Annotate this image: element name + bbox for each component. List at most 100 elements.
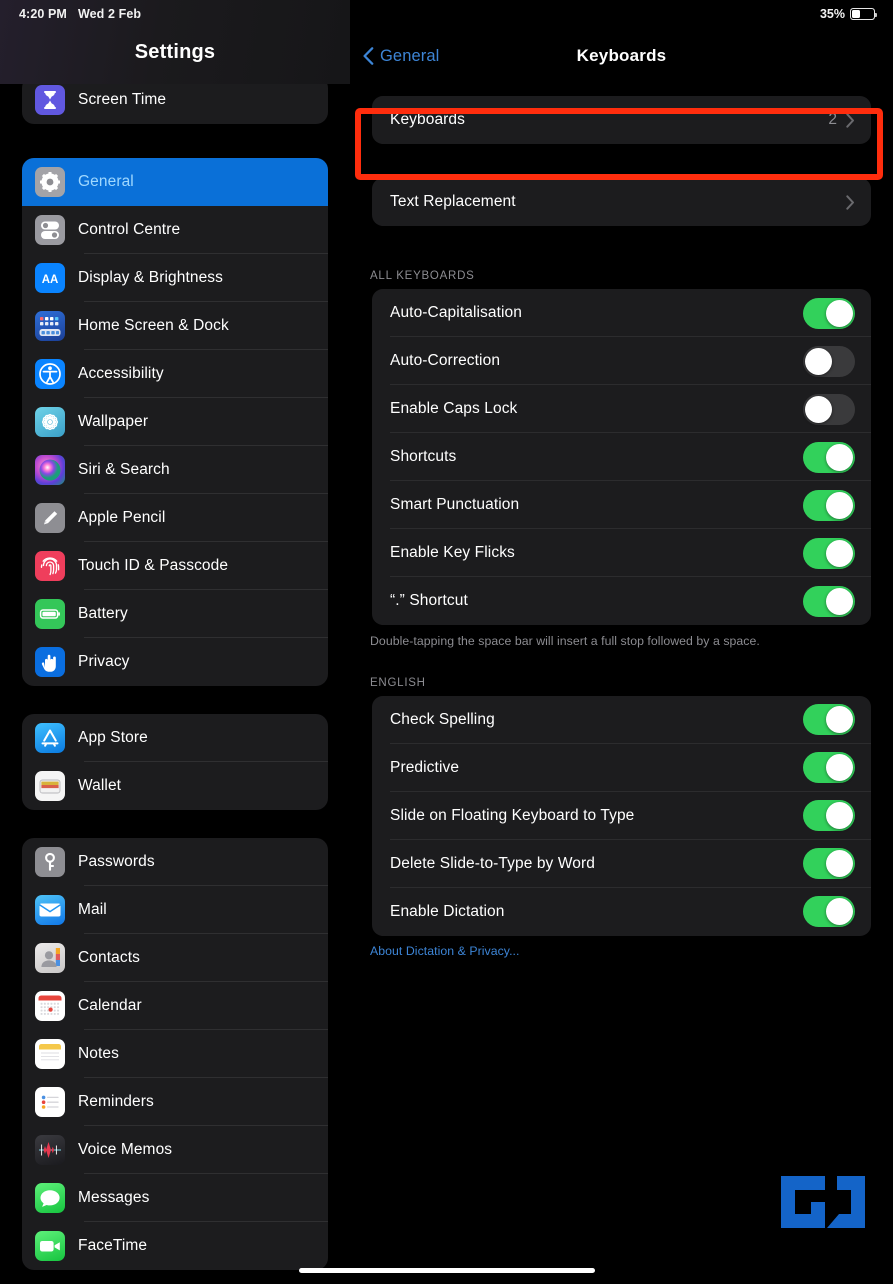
system-group: General Control Centre AA Display & Brightn… [22, 158, 328, 686]
toggle-switch-predictive[interactable] [803, 752, 855, 784]
toggle-knob [826, 491, 853, 519]
toggle-switch-auto-correction[interactable] [803, 345, 855, 377]
sidebar-item-label: Passwords [78, 853, 155, 870]
about-dictation-privacy-link[interactable]: About Dictation & Privacy... [350, 936, 893, 958]
sidebar-item-label: Control Centre [78, 221, 181, 238]
sidebar-item-label: Privacy [78, 653, 130, 670]
sidebar-scroll-area[interactable]: Screen Time General Control Centre AA Displa… [0, 0, 350, 1284]
toggle-switch-shortcuts[interactable] [803, 441, 855, 473]
accessibility-icon [35, 359, 65, 389]
fingerprint-icon [35, 551, 65, 581]
sidebar-item-label: App Store [78, 729, 148, 746]
sidebar-item-wallpaper[interactable]: Wallpaper [22, 398, 328, 446]
sidebar-item-wallet[interactable]: Wallet [22, 762, 328, 810]
gear-icon [35, 167, 65, 197]
toggle-knob [826, 706, 853, 734]
setting-row-label: Enable Caps Lock [390, 400, 518, 417]
sidebar-item-reminders[interactable]: Reminders [22, 1078, 328, 1126]
battery-icon [850, 8, 878, 20]
setting-row-label: Shortcuts [390, 448, 457, 465]
home-indicator[interactable] [298, 1268, 595, 1273]
setting-row-auto-correction[interactable]: Auto-Correction [372, 337, 871, 385]
status-time: 4:20 PM [19, 7, 67, 21]
keyboards-row-label: Keyboards [390, 111, 466, 128]
sidebar-item-control-centre[interactable]: Control Centre [22, 206, 328, 254]
toggle-switch-slide-on-floating-keyboard-to-type[interactable] [803, 800, 855, 832]
siri-icon [35, 455, 65, 485]
sidebar-item-label: Contacts [78, 949, 140, 966]
flower-icon [35, 407, 65, 437]
toggle-switch-shortcut[interactable] [803, 585, 855, 617]
setting-row-smart-punctuation[interactable]: Smart Punctuation [372, 481, 871, 529]
sidebar-item-label: General [78, 173, 134, 190]
text-replacement-row[interactable]: Text Replacement [372, 178, 871, 226]
detail-page-title: Keyboards [576, 46, 667, 65]
chevron-right-icon [846, 112, 854, 128]
toggle-switch-auto-capitalisation[interactable] [803, 297, 855, 329]
sidebar-item-privacy[interactable]: Privacy [22, 638, 328, 686]
english-section-header: ENGLISH [370, 676, 426, 689]
sidebar-item-touch-id-passcode[interactable]: Touch ID & Passcode [22, 542, 328, 590]
sidebar-item-label: Wallet [78, 777, 122, 794]
settings-sidebar: Screen Time General Control Centre AA Displa… [0, 0, 350, 1284]
wallet-icon [35, 771, 65, 801]
toggle-switch-enable-caps-lock[interactable] [803, 393, 855, 425]
sidebar-item-passwords[interactable]: Passwords [22, 838, 328, 886]
sidebar-item-apple-pencil[interactable]: Apple Pencil [22, 494, 328, 542]
setting-row-predictive[interactable]: Predictive [372, 744, 871, 792]
notes-icon [35, 1039, 65, 1069]
store-group: App Store Wallet [22, 714, 328, 810]
setting-row-enable-caps-lock[interactable]: Enable Caps Lock [372, 385, 871, 433]
facetime-icon [35, 1231, 65, 1261]
sidebar-item-label: Home Screen & Dock [78, 317, 229, 334]
sidebar-item-label: Battery [78, 605, 128, 622]
setting-row-check-spelling[interactable]: Check Spelling [372, 696, 871, 744]
toggle-knob [826, 802, 853, 830]
sidebar-item-siri-search[interactable]: Siri & Search [22, 446, 328, 494]
status-bar-right: 35% [820, 7, 878, 21]
keyboards-row-value: 2 [828, 111, 837, 128]
setting-row-shortcut[interactable]: “.” Shortcut [372, 577, 871, 625]
sidebar-item-general[interactable]: General [22, 158, 328, 206]
setting-row-auto-capitalisation[interactable]: Auto-Capitalisation [372, 289, 871, 337]
toggle-switch-smart-punctuation[interactable] [803, 489, 855, 521]
sidebar-item-accessibility[interactable]: Accessibility [22, 350, 328, 398]
sidebar-item-battery[interactable]: Battery [22, 590, 328, 638]
battery-icon [35, 599, 65, 629]
sidebar-item-calendar[interactable]: Calendar [22, 982, 328, 1030]
grid-icon [35, 311, 65, 341]
sidebar-item-label: Siri & Search [78, 461, 170, 478]
messages-icon [35, 1183, 65, 1213]
sidebar-item-voice-memos[interactable]: Voice Memos [22, 1126, 328, 1174]
chevron-right-icon [846, 194, 854, 210]
setting-row-slide-on-floating-keyboard-to-type[interactable]: Slide on Floating Keyboard to Type [372, 792, 871, 840]
setting-row-shortcuts[interactable]: Shortcuts [372, 433, 871, 481]
toggle-switch-enable-key-flicks[interactable] [803, 537, 855, 569]
sidebar-item-contacts[interactable]: Contacts [22, 934, 328, 982]
setting-row-label: Smart Punctuation [390, 496, 520, 513]
sidebar-item-mail[interactable]: Mail [22, 886, 328, 934]
apps-group: Passwords Mail Contacts Calendar Notes Remind… [22, 838, 328, 1270]
sidebar-item-display-brightness[interactable]: AA Display & Brightness [22, 254, 328, 302]
setting-row-label: Auto-Capitalisation [390, 304, 522, 321]
setting-row-delete-slide-to-type-by-word[interactable]: Delete Slide-to-Type by Word [372, 840, 871, 888]
sidebar-item-facetime[interactable]: FaceTime [22, 1222, 328, 1270]
mail-icon [35, 895, 65, 925]
key-icon [35, 847, 65, 877]
toggle-switch-enable-dictation[interactable] [803, 896, 855, 928]
aa-icon: AA [35, 263, 65, 293]
toggle-switch-check-spelling[interactable] [803, 704, 855, 736]
sidebar-item-app-store[interactable]: App Store [22, 714, 328, 762]
setting-row-label: Auto-Correction [390, 352, 501, 369]
setting-row-enable-dictation[interactable]: Enable Dictation [372, 888, 871, 936]
all-keyboards-group: Auto-Capitalisation Auto-Correction Enable… [372, 289, 871, 625]
sidebar-item-home-screen-dock[interactable]: Home Screen & Dock [22, 302, 328, 350]
setting-row-enable-key-flicks[interactable]: Enable Key Flicks [372, 529, 871, 577]
waveform-icon [35, 1135, 65, 1165]
sidebar-header: 4:20 PM Wed 2 Feb Settings [0, 0, 350, 84]
sidebar-item-messages[interactable]: Messages [22, 1174, 328, 1222]
keyboards-row[interactable]: Keyboards 2 [372, 96, 871, 144]
detail-scroll-area[interactable]: Keyboards 2 Text Replacement ALL KEYBOAR… [350, 96, 893, 958]
sidebar-item-notes[interactable]: Notes [22, 1030, 328, 1078]
toggle-switch-delete-slide-to-type-by-word[interactable] [803, 848, 855, 880]
